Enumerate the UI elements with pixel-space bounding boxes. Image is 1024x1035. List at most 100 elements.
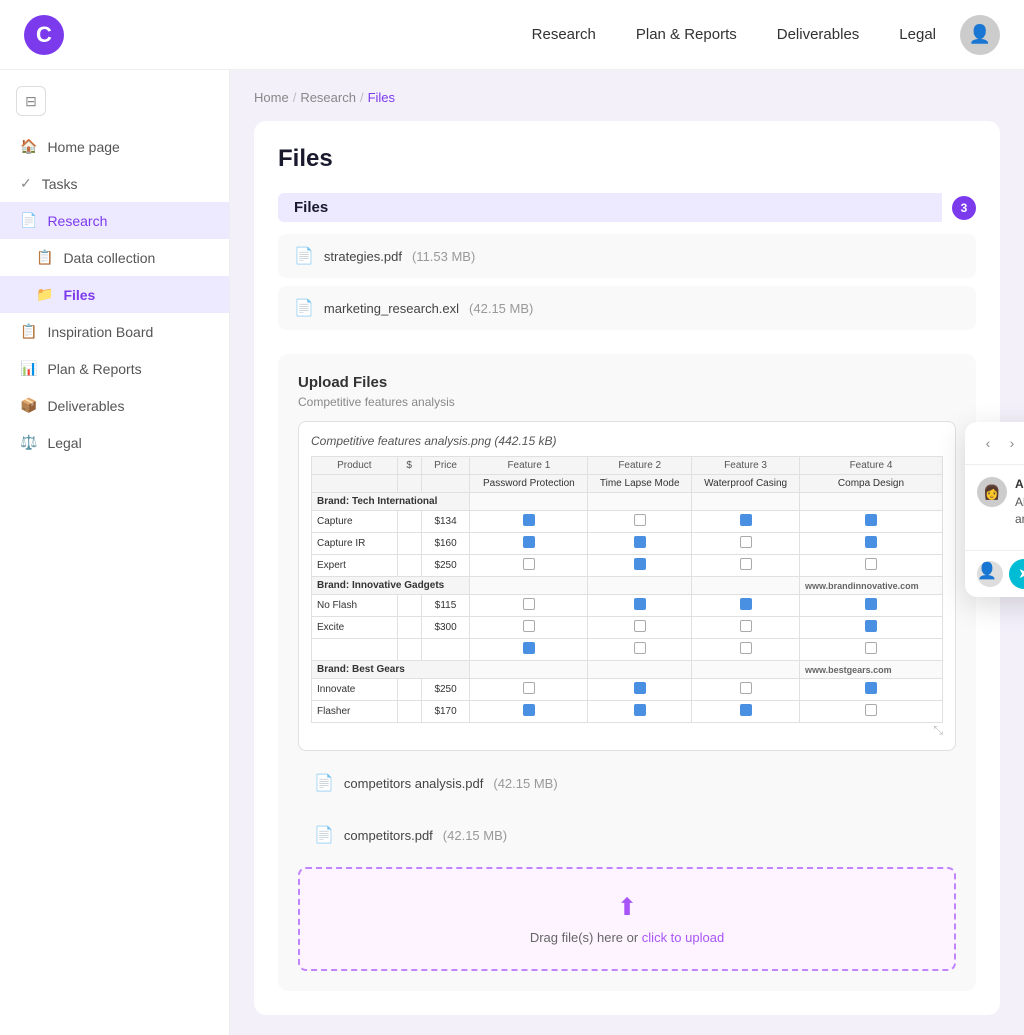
app-layout: ⊟ 🏠 Home page ✓ Tasks 📄 Research 📋 Data … xyxy=(0,0,1024,1035)
chat-popup: ‹ › Competitors ··· ○ ⤢ ✕ xyxy=(965,422,1024,597)
spreadsheet-brand-row: Brand: Tech International xyxy=(312,493,943,511)
sidebar-item-tasks[interactable]: ✓ Tasks xyxy=(0,165,229,202)
col-feature3: Feature 3 xyxy=(692,457,800,475)
sidebar-item-legal[interactable]: ⚖️ Legal xyxy=(0,424,229,461)
spreadsheet-product-row: Excite $300 xyxy=(312,617,943,639)
files-icon: 📁 xyxy=(36,286,53,303)
sidebar-item-plan-reports[interactable]: 📊 Plan & Reports xyxy=(0,350,229,387)
chat-nav: ‹ › xyxy=(977,432,1023,454)
file-size-competitors-analysis: (42.15 MB) xyxy=(493,776,557,791)
nav-plan-reports[interactable]: Plan & Reports xyxy=(636,26,737,43)
breadcrumb-home[interactable]: Home xyxy=(254,90,289,105)
chat-body: 👩 Anna Deb. 2m All the information from … xyxy=(965,465,1024,550)
file-exl-icon: 📄 xyxy=(294,298,314,318)
chat-message-content: Anna Deb. 2m All the information from th… xyxy=(1015,477,1024,528)
file-item-strategies[interactable]: 📄 strategies.pdf (11.53 MB) xyxy=(278,234,976,278)
user-avatar[interactable]: 👤 xyxy=(960,15,1000,55)
chat-message-text: All the information from the competitor … xyxy=(1015,494,1024,528)
file-pdf-icon: 📄 xyxy=(294,246,314,266)
drop-zone[interactable]: ⬆ Drag file(s) here or click to upload xyxy=(298,867,956,971)
main-content: Home / Research / Files Files Files 3 📄 … xyxy=(230,70,1024,1035)
file-name-strategies: strategies.pdf xyxy=(324,249,402,264)
breadcrumb-sep-1: / xyxy=(293,90,297,105)
upload-title: Upload Files xyxy=(298,374,956,391)
legal-icon: ⚖️ xyxy=(20,434,37,451)
file-pdf-icon-2: 📄 xyxy=(314,773,334,793)
chat-next-button[interactable]: › xyxy=(1001,432,1023,454)
col-feature4: Feature 4 xyxy=(799,457,942,475)
home-icon: 🏠 xyxy=(20,138,37,155)
nav-legal[interactable]: Legal xyxy=(899,26,936,43)
page-card: Files Files 3 📄 strategies.pdf (11.53 MB… xyxy=(254,121,1000,1015)
files-badge: 3 xyxy=(952,196,976,220)
file-pdf-icon-3: 📄 xyxy=(314,825,334,845)
sub-compa: Compa Design xyxy=(799,475,942,493)
col-feature2: Feature 2 xyxy=(588,457,692,475)
top-nav: C Research Plan & Reports Deliverables L… xyxy=(0,0,1024,70)
nav-research[interactable]: Research xyxy=(532,26,596,43)
nav-deliverables[interactable]: Deliverables xyxy=(777,26,860,43)
chat-send-button[interactable]: ➤ xyxy=(1009,559,1024,589)
file-name-competitors-analysis: competitors analysis.pdf xyxy=(344,776,483,791)
spreadsheet-brand-row: Brand: Innovative Gadgetswww.brandinnova… xyxy=(312,577,943,595)
files-header-label: Files xyxy=(278,193,942,222)
file-item-competitors-analysis[interactable]: 📄 competitors analysis.pdf (42.15 MB) xyxy=(298,761,956,805)
tasks-icon: ✓ xyxy=(20,175,32,192)
chat-input-area: 👤 ➤ xyxy=(965,550,1024,597)
sub-timelapse: Time Lapse Mode xyxy=(588,475,692,493)
chat-sender-avatar: 👩 xyxy=(977,477,1007,507)
inspiration-icon: 📋 xyxy=(20,323,37,340)
col-price: Price xyxy=(421,457,470,475)
files-header: Files 3 xyxy=(278,193,976,222)
file-size-strategies: (11.53 MB) xyxy=(412,249,475,264)
sidebar-item-data-collection[interactable]: 📋 Data collection xyxy=(0,239,229,276)
sidebar-item-home-page[interactable]: 🏠 Home page xyxy=(0,128,229,165)
spreadsheet-preview: Product $ Price Feature 1 Feature 2 Feat… xyxy=(311,456,943,723)
file-item-competitors[interactable]: 📄 competitors.pdf (42.15 MB) xyxy=(298,813,956,857)
chat-header: ‹ › Competitors ··· ○ ⤢ ✕ xyxy=(965,422,1024,465)
breadcrumb-research[interactable]: Research xyxy=(300,90,356,105)
page-title: Files xyxy=(278,145,976,173)
file-preview-container: Competitive features analysis.png (442.1… xyxy=(298,421,956,751)
spreadsheet-product-row: Expert $250 xyxy=(312,555,943,577)
preview-filename: Competitive features analysis.png (442.1… xyxy=(311,434,943,448)
sub-password: Password Protection xyxy=(470,475,588,493)
file-size-competitors: (42.15 MB) xyxy=(443,828,507,843)
file-name-competitors: competitors.pdf xyxy=(344,828,433,843)
spreadsheet-product-row: Flasher $170 xyxy=(312,701,943,723)
file-item-marketing[interactable]: 📄 marketing_research.exl (42.15 MB) xyxy=(278,286,976,330)
spreadsheet-product-row: No Flash $115 xyxy=(312,595,943,617)
drop-zone-text: Drag file(s) here or click to upload xyxy=(324,930,930,945)
breadcrumb-sep-2: / xyxy=(360,90,364,105)
files-section: Files 3 📄 strategies.pdf (11.53 MB) 📄 ma… xyxy=(278,193,976,330)
resize-handle[interactable]: ⤡ xyxy=(311,723,943,738)
col-feature1: Feature 1 xyxy=(470,457,588,475)
research-icon: 📄 xyxy=(20,212,37,229)
sidebar-item-files[interactable]: 📁 Files xyxy=(0,276,229,313)
col-product: Product xyxy=(312,457,398,475)
nav-links: Research Plan & Reports Deliverables Leg… xyxy=(532,26,936,43)
spreadsheet-product-row: Capture $134 xyxy=(312,511,943,533)
chat-input-avatar: 👤 xyxy=(977,561,1003,587)
spreadsheet-product-row xyxy=(312,639,943,661)
spreadsheet-product-row: Capture IR $160 xyxy=(312,533,943,555)
sub-waterproof: Waterproof Casing xyxy=(692,475,800,493)
breadcrumb: Home / Research / Files xyxy=(254,90,1000,105)
upload-section: Upload Files Competitive features analys… xyxy=(278,354,976,991)
file-size-marketing: (42.15 MB) xyxy=(469,301,533,316)
chat-prev-button[interactable]: ‹ xyxy=(977,432,999,454)
sidebar-item-inspiration-board[interactable]: 📋 Inspiration Board xyxy=(0,313,229,350)
spreadsheet-product-row: Innovate $250 xyxy=(312,679,943,701)
upload-icon: ⬆ xyxy=(324,893,930,922)
deliverables-icon: 📦 xyxy=(20,397,37,414)
plan-reports-icon: 📊 xyxy=(20,360,37,377)
logo-icon: C xyxy=(24,15,64,55)
breadcrumb-files: Files xyxy=(368,90,395,105)
data-collection-icon: 📋 xyxy=(36,249,53,266)
chat-sender-name: Anna Deb. xyxy=(1015,477,1024,491)
col-dollar: $ xyxy=(397,457,421,475)
sidebar-item-deliverables[interactable]: 📦 Deliverables xyxy=(0,387,229,424)
sidebar-collapse-button[interactable]: ⊟ xyxy=(16,86,46,116)
upload-link[interactable]: click to upload xyxy=(642,930,724,945)
sidebar-item-research[interactable]: 📄 Research xyxy=(0,202,229,239)
